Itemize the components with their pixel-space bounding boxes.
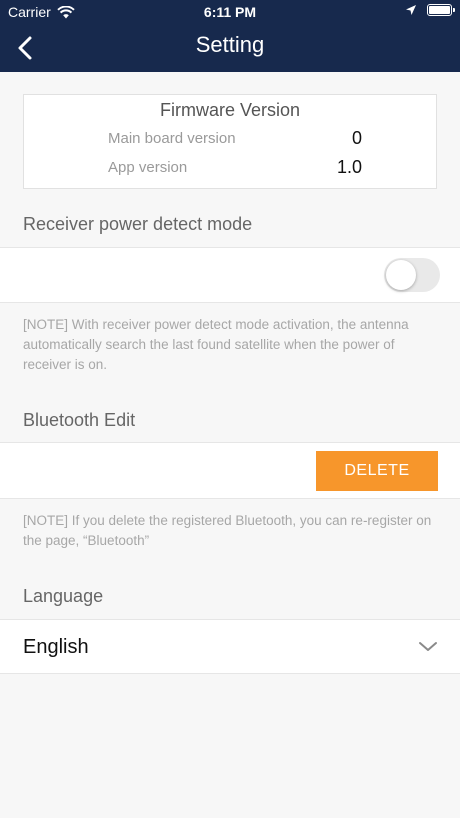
language-value: English: [23, 636, 89, 658]
bluetooth-note: [NOTE] If you delete the registered Blue…: [23, 513, 432, 548]
power-detect-panel: [0, 247, 460, 303]
location-arrow-icon: [406, 5, 416, 15]
app-version-value: 1.0: [336, 157, 362, 177]
language-label: Language: [23, 586, 104, 606]
bluetooth-edit-label: Bluetooth Edit: [23, 410, 136, 430]
language-select[interactable]: English: [0, 619, 460, 674]
nav-bar: Setting: [0, 24, 460, 72]
chevron-down-icon: [419, 642, 437, 651]
main-board-value: 0: [351, 128, 362, 148]
power-detect-note: [NOTE] With receiver power detect mode a…: [23, 317, 409, 372]
firmware-row-app: App version 1.0: [108, 157, 362, 177]
app-version-label: App version: [108, 159, 188, 176]
status-bar: Carrier 6:11 PM: [0, 0, 460, 24]
power-detect-label: Receiver power detect mode: [23, 214, 253, 234]
power-detect-toggle[interactable]: [384, 258, 440, 292]
page-title: Setting: [195, 32, 265, 57]
battery-icon: [427, 4, 455, 16]
status-right: [405, 4, 455, 16]
firmware-card: Firmware Version Main board version 0 Ap…: [23, 94, 437, 189]
firmware-row-main-board: Main board version 0: [108, 128, 362, 148]
bluetooth-panel: DELETE: [0, 442, 460, 499]
toggle-knob: [386, 260, 416, 290]
status-time: 6:11 PM: [203, 4, 257, 20]
firmware-title: Firmware Version: [159, 100, 301, 120]
delete-bluetooth-button[interactable]: DELETE: [316, 451, 438, 491]
main-board-label: Main board version: [108, 130, 236, 147]
app-header: Carrier 6:11 PM Setting: [0, 0, 460, 72]
